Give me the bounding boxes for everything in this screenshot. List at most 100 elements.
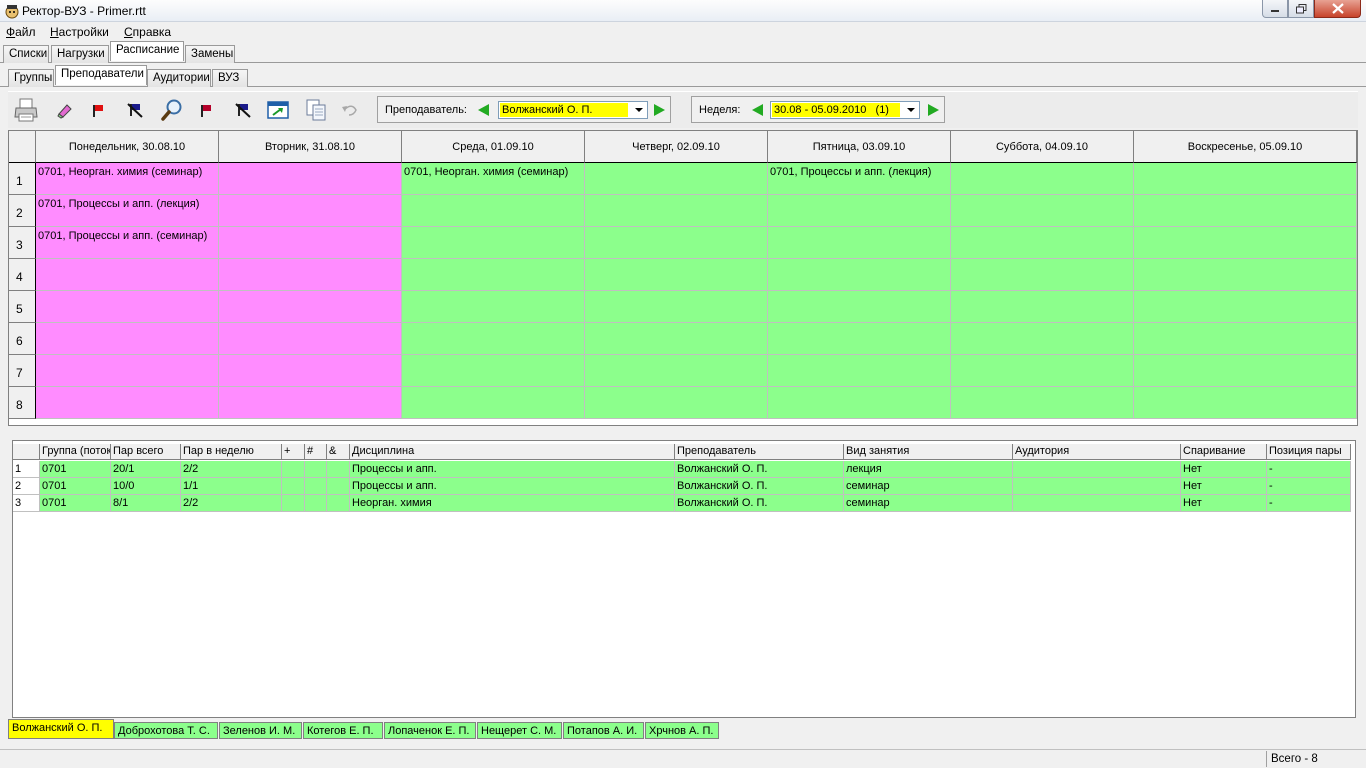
schedule-cell[interactable]: [1134, 227, 1357, 259]
schedule-cell[interactable]: [402, 291, 585, 323]
week-dropdown-button[interactable]: [903, 102, 919, 118]
schedule-cell[interactable]: [219, 227, 402, 259]
schedule-cell[interactable]: [219, 163, 402, 195]
teacher-combo[interactable]: Волжанский О. П.: [498, 101, 648, 119]
table-cell[interactable]: Волжанский О. П.: [675, 461, 844, 478]
table-cell[interactable]: [305, 461, 327, 478]
table-cell[interactable]: 8/1: [111, 495, 181, 512]
table-cell[interactable]: -: [1267, 461, 1351, 478]
table-cell[interactable]: 2/2: [181, 461, 282, 478]
schedule-cell[interactable]: [951, 387, 1134, 419]
schedule-cell[interactable]: [402, 323, 585, 355]
schedule-cell[interactable]: [585, 259, 768, 291]
teacher-tab[interactable]: Потапов А. И.: [563, 722, 644, 739]
teacher-tab[interactable]: Зеленов И. М.: [219, 722, 302, 739]
schedule-cell[interactable]: [219, 355, 402, 387]
schedule-cell[interactable]: [1134, 323, 1357, 355]
row-number[interactable]: 1: [13, 461, 40, 478]
tab-loads[interactable]: Нагрузки: [51, 45, 109, 63]
teacher-tab[interactable]: Нещерет С. М.: [477, 722, 562, 739]
table-cell[interactable]: Процессы и апп.: [350, 478, 675, 495]
schedule-cell[interactable]: [219, 323, 402, 355]
copy-button[interactable]: [302, 95, 330, 125]
table-cell[interactable]: [305, 478, 327, 495]
table-cell[interactable]: [327, 478, 350, 495]
column-header[interactable]: Преподаватель: [675, 444, 844, 460]
table-cell[interactable]: [305, 495, 327, 512]
teacher-tab[interactable]: Котегов Е. П.: [303, 722, 383, 739]
schedule-cell[interactable]: [585, 291, 768, 323]
table-cell[interactable]: -: [1267, 478, 1351, 495]
schedule-cell[interactable]: [36, 387, 219, 419]
schedule-cell[interactable]: [768, 323, 951, 355]
teacher-tab[interactable]: Лопаченок Е. П.: [384, 722, 476, 739]
table-cell[interactable]: 10/0: [111, 478, 181, 495]
erase-button[interactable]: [51, 95, 79, 125]
clear-flag-2-button[interactable]: [229, 95, 257, 125]
table-cell[interactable]: -: [1267, 495, 1351, 512]
minimize-button[interactable]: [1262, 0, 1288, 18]
table-cell[interactable]: 20/1: [111, 461, 181, 478]
table-cell[interactable]: семинар: [844, 495, 1013, 512]
schedule-cell[interactable]: [36, 355, 219, 387]
schedule-cell[interactable]: [402, 195, 585, 227]
table-cell[interactable]: 2/2: [181, 495, 282, 512]
teacher-tab[interactable]: Доброхотова Т. С.: [114, 722, 218, 739]
table-cell[interactable]: [1013, 461, 1181, 478]
table-cell[interactable]: [282, 461, 305, 478]
schedule-cell[interactable]: [951, 291, 1134, 323]
schedule-cell[interactable]: [585, 227, 768, 259]
schedule-cell[interactable]: [1134, 291, 1357, 323]
export-button[interactable]: [264, 95, 292, 125]
schedule-cell[interactable]: 0701, Процессы и апп. (лекция): [36, 195, 219, 227]
table-cell[interactable]: семинар: [844, 478, 1013, 495]
schedule-cell[interactable]: [951, 163, 1134, 195]
schedule-cell[interactable]: [768, 291, 951, 323]
schedule-cell[interactable]: [768, 387, 951, 419]
teacher-dropdown-button[interactable]: [631, 102, 647, 118]
schedule-cell[interactable]: [402, 259, 585, 291]
schedule-cell[interactable]: [402, 227, 585, 259]
tab-schedule[interactable]: Расписание: [110, 41, 184, 61]
row-number[interactable]: 3: [13, 495, 40, 512]
schedule-cell[interactable]: [951, 227, 1134, 259]
schedule-cell[interactable]: [585, 387, 768, 419]
column-header[interactable]: Дисциплина: [350, 444, 675, 460]
tab-rooms[interactable]: Аудитории: [147, 69, 211, 87]
schedule-cell[interactable]: [951, 259, 1134, 291]
tab-substitutions[interactable]: Замены: [185, 45, 235, 63]
next-teacher-arrow-icon[interactable]: [654, 104, 665, 116]
search-button[interactable]: [158, 95, 186, 125]
schedule-cell[interactable]: [1134, 387, 1357, 419]
column-header[interactable]: Вид занятия: [844, 444, 1013, 460]
table-cell[interactable]: [327, 495, 350, 512]
table-cell[interactable]: 1/1: [181, 478, 282, 495]
schedule-cell[interactable]: [402, 387, 585, 419]
schedule-cell[interactable]: [219, 387, 402, 419]
maximize-button[interactable]: [1288, 0, 1314, 18]
schedule-cell[interactable]: [768, 259, 951, 291]
column-header[interactable]: Пар всего: [111, 444, 181, 460]
schedule-cell[interactable]: [585, 355, 768, 387]
tab-teachers[interactable]: Преподаватели: [55, 65, 147, 85]
schedule-cell[interactable]: [402, 355, 585, 387]
schedule-cell[interactable]: [585, 195, 768, 227]
schedule-cell[interactable]: [951, 195, 1134, 227]
column-header[interactable]: Аудитория: [1013, 444, 1181, 460]
schedule-cell[interactable]: [1134, 163, 1357, 195]
schedule-cell[interactable]: [951, 323, 1134, 355]
undo-button[interactable]: [336, 95, 364, 125]
table-cell[interactable]: 0701: [40, 478, 111, 495]
menu-settings[interactable]: Настройки: [50, 25, 109, 39]
schedule-cell[interactable]: 0701, Процессы и апп. (лекция): [768, 163, 951, 195]
table-cell[interactable]: 0701: [40, 461, 111, 478]
schedule-cell[interactable]: [768, 355, 951, 387]
table-cell[interactable]: Нет: [1181, 495, 1267, 512]
schedule-cell[interactable]: [768, 227, 951, 259]
next-week-arrow-icon[interactable]: [928, 104, 939, 116]
schedule-cell[interactable]: [219, 291, 402, 323]
table-cell[interactable]: [282, 478, 305, 495]
set-flag-button[interactable]: [84, 95, 112, 125]
column-header[interactable]: +: [282, 444, 305, 460]
table-cell[interactable]: Волжанский О. П.: [675, 495, 844, 512]
